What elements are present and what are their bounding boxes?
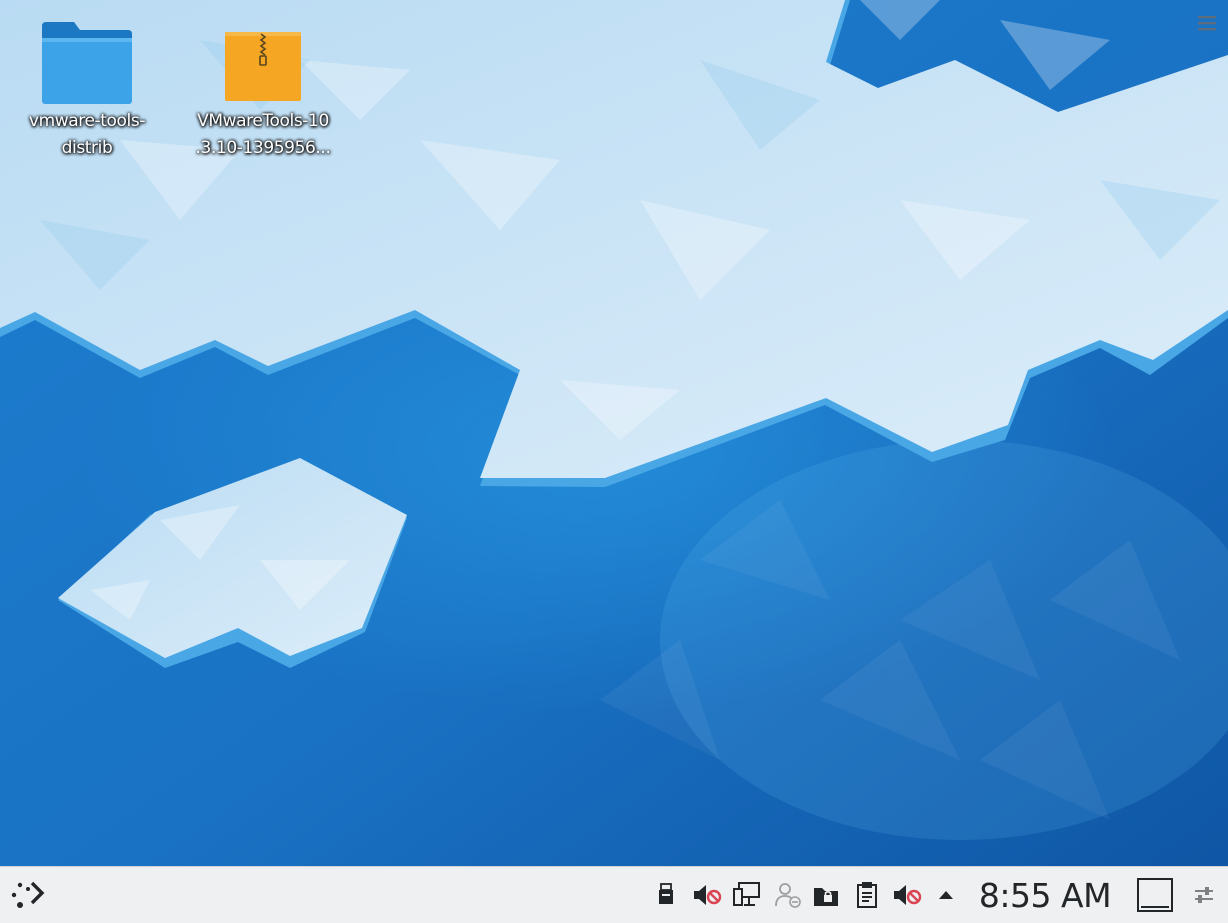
show-desktop-icon[interactable] — [1134, 867, 1176, 923]
taskbar: 8:55 AM — [0, 866, 1228, 923]
vault-icon[interactable] — [810, 867, 842, 923]
hamburger-menu-icon[interactable] — [1194, 10, 1220, 36]
usb-device-icon[interactable] — [652, 867, 680, 923]
expand-arrow-icon[interactable] — [932, 867, 960, 923]
archive-icon — [188, 18, 338, 108]
user-status-icon[interactable] — [772, 867, 804, 923]
desktop-icon-label: vmware-tools- distrib — [28, 111, 146, 158]
desktop-icon-vmware-tools-distrib[interactable]: vmware-tools- distrib — [12, 18, 162, 162]
application-launcher-icon[interactable] — [2, 867, 54, 923]
folder-icon — [12, 18, 162, 108]
audio-muted-icon[interactable] — [890, 867, 924, 923]
clock[interactable]: 8:55 AM — [972, 867, 1118, 923]
clipboard-icon[interactable] — [852, 867, 882, 923]
desktop-icon-label: VMwareTools-10 .3.10-1395956... — [195, 111, 331, 158]
audio-muted-icon[interactable] — [690, 867, 724, 923]
panel-settings-icon[interactable] — [1188, 867, 1220, 923]
network-disconnected-icon[interactable] — [730, 867, 764, 923]
desktop-icon-vmware-tools-archive[interactable]: VMwareTools-10 .3.10-1395956... — [188, 18, 338, 162]
desktop-wallpaper — [0, 0, 1228, 866]
